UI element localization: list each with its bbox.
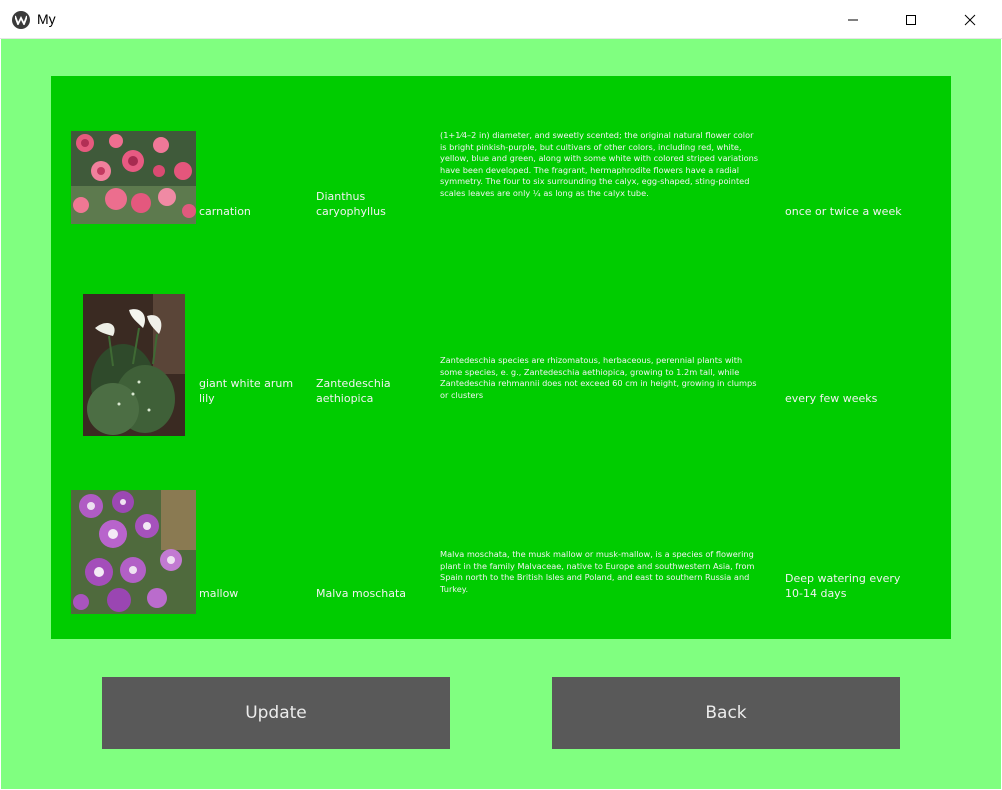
plant-name: giant white arum lily (199, 377, 294, 405)
close-icon (964, 14, 976, 25)
plant-scientific-name: Malva moschata (316, 587, 407, 600)
plant-description: (1+1⁄4–2 in) diameter, and sweetly scent… (440, 130, 759, 198)
title-bar: My (0, 0, 1002, 39)
plant-description: Zantedeschia species are rhizomatous, he… (440, 355, 757, 400)
window-content: carnation Dianthus caryophyllus (1+1⁄4–2… (1, 39, 1001, 789)
back-button[interactable]: Back (552, 677, 900, 749)
mallow-photo (71, 490, 196, 614)
carnation-photo (71, 131, 196, 224)
window-title: My (37, 11, 56, 27)
minimize-button[interactable] (830, 0, 876, 39)
plant-row-carnation: carnation Dianthus caryophyllus (1+1⁄4–2… (51, 76, 951, 256)
plant-table: carnation Dianthus caryophyllus (1+1⁄4–2… (51, 76, 951, 639)
plant-watering: once or twice a week (785, 205, 902, 218)
plant-name: carnation (199, 205, 251, 218)
plant-scientific-name: Zantedeschia aethiopica (316, 377, 391, 405)
plant-watering: every few weeks (785, 392, 878, 405)
plant-row-giant-white-arum-lily: giant white arum lily Zantedeschia aethi… (51, 256, 951, 446)
plant-scientific-name: Dianthus caryophyllus (316, 190, 386, 218)
app-icon (12, 11, 30, 29)
plant-watering: Deep watering every 10-14 days (785, 572, 901, 600)
update-button[interactable]: Update (102, 677, 450, 749)
maximize-icon (906, 14, 916, 25)
giant-white-arum-lily-photo (83, 294, 185, 436)
close-button[interactable] (947, 0, 993, 39)
minimize-icon (848, 19, 858, 20)
plant-row-mallow: mallow Malva moschata Malva moschata, th… (51, 446, 951, 639)
plant-description: Malva moschata, the musk mallow or musk-… (440, 549, 755, 594)
plant-name: mallow (199, 587, 239, 600)
maximize-button[interactable] (888, 0, 934, 39)
